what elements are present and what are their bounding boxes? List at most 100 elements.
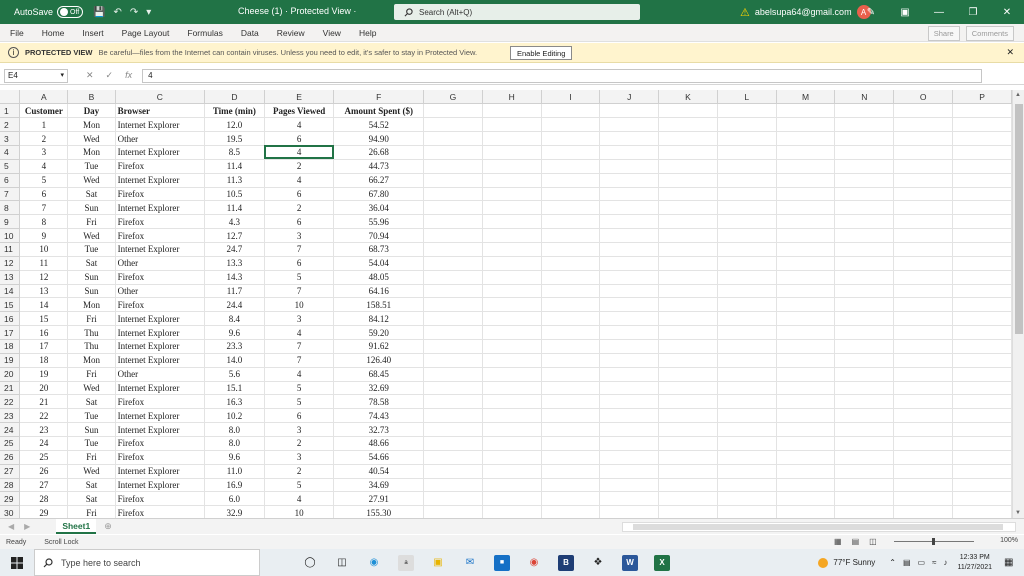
cell-i4[interactable] bbox=[541, 145, 601, 160]
cell-p4[interactable] bbox=[952, 145, 1012, 160]
comments-button[interactable]: Comments bbox=[965, 26, 1014, 41]
zoom-level[interactable]: 100% bbox=[1000, 537, 1018, 544]
row-header[interactable]: 28 bbox=[0, 478, 21, 493]
cell-p27[interactable] bbox=[952, 464, 1012, 479]
cell-i20[interactable] bbox=[541, 367, 601, 382]
cell-p23[interactable] bbox=[952, 408, 1012, 424]
cell-n20[interactable] bbox=[834, 367, 895, 382]
column-header-f[interactable]: F bbox=[333, 90, 425, 105]
windows-start-icon[interactable] bbox=[0, 556, 34, 569]
cell-i16[interactable] bbox=[541, 311, 601, 327]
cell-l24[interactable] bbox=[717, 422, 777, 437]
cell-g18[interactable] bbox=[423, 339, 483, 354]
cell-c22[interactable]: Firefox bbox=[115, 394, 206, 410]
tab-insert[interactable]: Insert bbox=[82, 28, 103, 38]
tab-help[interactable]: Help bbox=[359, 28, 376, 38]
cell-b5[interactable]: Tue bbox=[67, 159, 116, 174]
cell-b4[interactable]: Mon bbox=[67, 145, 116, 160]
cell-e8[interactable]: 2 bbox=[264, 200, 335, 216]
row-header[interactable]: 4 bbox=[0, 145, 21, 160]
cell-c4[interactable]: Internet Explorer bbox=[115, 145, 206, 160]
cell-k10[interactable] bbox=[658, 228, 718, 243]
cell-h16[interactable] bbox=[482, 311, 542, 327]
cell-o24[interactable] bbox=[893, 422, 954, 437]
cell-c1[interactable]: Browser bbox=[115, 103, 206, 119]
restore-icon[interactable]: ❐ bbox=[956, 7, 990, 18]
cell-h18[interactable] bbox=[482, 339, 542, 354]
row-header[interactable]: 2 bbox=[0, 117, 21, 133]
cell-o10[interactable] bbox=[893, 228, 954, 243]
cell-e20[interactable]: 4 bbox=[264, 367, 335, 382]
cell-h4[interactable] bbox=[482, 145, 542, 160]
column-header-g[interactable]: G bbox=[423, 90, 483, 105]
cell-p2[interactable] bbox=[952, 117, 1012, 133]
cell-p20[interactable] bbox=[952, 367, 1012, 382]
cell-g14[interactable] bbox=[423, 284, 483, 299]
cell-j16[interactable] bbox=[599, 311, 660, 327]
name-box[interactable]: E4 ▾ bbox=[4, 68, 68, 83]
cell-m26[interactable] bbox=[776, 450, 836, 465]
cell-k12[interactable] bbox=[658, 256, 718, 271]
cell-g9[interactable] bbox=[423, 214, 483, 230]
cell-p12[interactable] bbox=[952, 256, 1012, 271]
column-header-h[interactable]: H bbox=[482, 90, 542, 105]
cell-i29[interactable] bbox=[541, 491, 601, 507]
cell-o19[interactable] bbox=[893, 353, 954, 368]
cell-o12[interactable] bbox=[893, 256, 954, 271]
cell-i6[interactable] bbox=[541, 173, 601, 188]
battery-icon[interactable]: ▭ bbox=[918, 558, 926, 567]
cell-e29[interactable]: 4 bbox=[264, 491, 335, 507]
cell-k22[interactable] bbox=[658, 394, 718, 410]
cell-c12[interactable]: Other bbox=[115, 256, 206, 271]
cell-k28[interactable] bbox=[658, 478, 718, 493]
cell-c25[interactable]: Firefox bbox=[115, 436, 206, 451]
cell-p17[interactable] bbox=[952, 325, 1012, 340]
cell-p29[interactable] bbox=[952, 491, 1012, 507]
cell-f16[interactable]: 84.12 bbox=[333, 311, 425, 327]
cell-n22[interactable] bbox=[834, 394, 895, 410]
minimize-icon[interactable]: — bbox=[922, 7, 956, 18]
cell-l6[interactable] bbox=[717, 173, 777, 188]
cell-f25[interactable]: 48.66 bbox=[333, 436, 425, 451]
cell-e22[interactable]: 5 bbox=[264, 394, 335, 410]
cell-c16[interactable]: Internet Explorer bbox=[115, 311, 206, 327]
sheet-tab-sheet1[interactable]: Sheet1 bbox=[56, 519, 97, 534]
cell-a19[interactable]: 18 bbox=[19, 353, 69, 368]
cell-o1[interactable] bbox=[893, 103, 954, 119]
cell-j3[interactable] bbox=[599, 131, 660, 146]
cell-h13[interactable] bbox=[482, 270, 542, 285]
mail-icon[interactable]: ✉ bbox=[462, 555, 478, 571]
row-header[interactable]: 8 bbox=[0, 200, 21, 216]
row-header[interactable]: 26 bbox=[0, 450, 21, 465]
tab-data[interactable]: Data bbox=[241, 28, 259, 38]
cell-i10[interactable] bbox=[541, 228, 601, 243]
chevron-up-icon[interactable]: ⌃ bbox=[889, 558, 896, 567]
cell-i25[interactable] bbox=[541, 436, 601, 451]
cell-a23[interactable]: 22 bbox=[19, 408, 69, 424]
cell-a30[interactable]: 29 bbox=[19, 505, 69, 518]
column-header-b[interactable]: B bbox=[67, 90, 116, 105]
enable-editing-button[interactable]: Enable Editing bbox=[510, 46, 573, 60]
ribbon-display-icon[interactable]: ▣ bbox=[888, 7, 922, 18]
cell-n2[interactable] bbox=[834, 117, 895, 133]
cell-o4[interactable] bbox=[893, 145, 954, 160]
cell-h1[interactable] bbox=[482, 103, 542, 119]
cell-l23[interactable] bbox=[717, 408, 777, 424]
cell-e12[interactable]: 6 bbox=[264, 256, 335, 271]
hscroll-thumb[interactable] bbox=[633, 524, 1003, 530]
cell-b13[interactable]: Sun bbox=[67, 270, 116, 285]
cell-d11[interactable]: 24.7 bbox=[204, 242, 265, 257]
cell-f14[interactable]: 64.16 bbox=[333, 284, 425, 299]
row-header[interactable]: 18 bbox=[0, 339, 21, 354]
row-header[interactable]: 11 bbox=[0, 242, 21, 257]
cell-h21[interactable] bbox=[482, 381, 542, 396]
cell-c15[interactable]: Firefox bbox=[115, 297, 206, 313]
cell-h30[interactable] bbox=[482, 505, 542, 518]
cell-a2[interactable]: 1 bbox=[19, 117, 69, 133]
cell-m16[interactable] bbox=[776, 311, 836, 327]
cell-c10[interactable]: Firefox bbox=[115, 228, 206, 243]
cell-o18[interactable] bbox=[893, 339, 954, 354]
cell-e18[interactable]: 7 bbox=[264, 339, 335, 354]
cell-a25[interactable]: 24 bbox=[19, 436, 69, 451]
cell-i9[interactable] bbox=[541, 214, 601, 230]
